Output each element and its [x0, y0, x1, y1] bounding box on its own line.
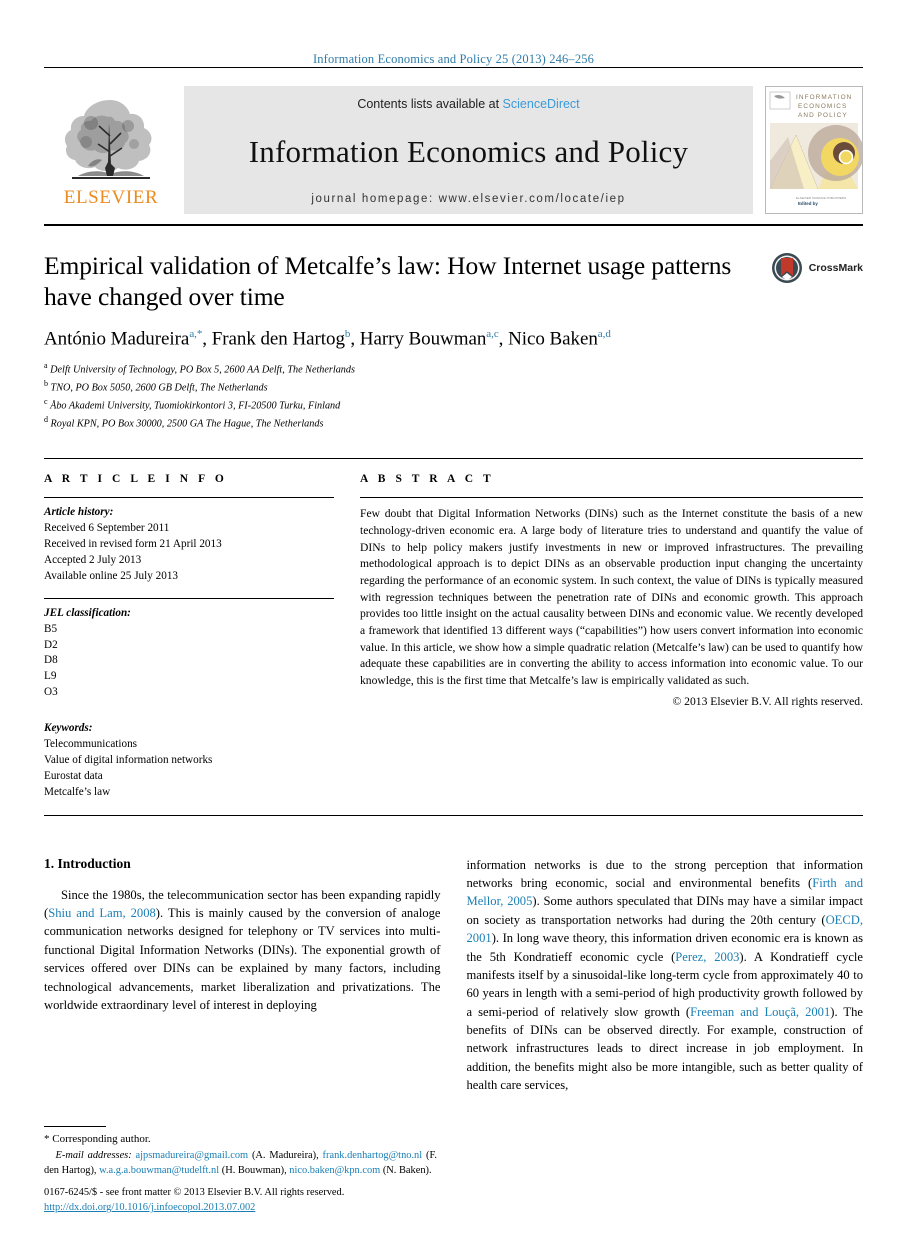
keyword-0: Telecommunications [44, 738, 138, 751]
email-link-madureira[interactable]: ajpsmadureira@gmail.com [136, 1150, 249, 1161]
running-head: Information Economics and Policy 25 (201… [312, 52, 595, 66]
elsevier-logo: ELSEVIER [44, 86, 178, 214]
email-addresses-note: E-mail addresses: ajpsmadureira@gmail.co… [44, 1149, 438, 1176]
citation-perez-2003[interactable]: Perez, 2003 [675, 950, 739, 964]
jel-code-2: D8 [44, 654, 58, 667]
keyword-2: Eurostat data [44, 769, 103, 782]
citation-freeman-louca-2001[interactable]: Freeman and Louçã, 2001 [690, 1005, 830, 1019]
intro-left-text-2: ). This is mainly caused by the conversi… [44, 906, 441, 1012]
affiliation-b: b TNO, PO Box 5050, 2600 GB Delft, The N… [44, 378, 268, 394]
keywords-label: Keywords: [44, 722, 93, 735]
article-history-label: Article history: [44, 506, 114, 519]
section-heading-introduction: 1. Introduction [44, 855, 131, 871]
contents-list-line: Contents lists available at ScienceDirec… [357, 97, 579, 111]
article-info-column: A R T I C L E I N F O Article history: R… [44, 473, 334, 801]
email-owner-madureira: (A. Madureira) [251, 1149, 317, 1161]
abstract-copyright: © 2013 Elsevier B.V. All rights reserved… [672, 694, 863, 708]
journal-cover-thumbnail: INFORMATION ECONOMICS AND POLICY ELSEVIE… [765, 86, 863, 214]
affiliation-a-text: Delft University of Technology, PO Box 5… [50, 363, 355, 375]
masthead-bottom-rule [44, 224, 863, 226]
elsevier-wordmark: ELSEVIER [63, 187, 159, 208]
abstract-heading: A B S T R A C T [360, 473, 495, 486]
abstract-text: Few doubt that Digital Information Netwo… [360, 507, 863, 688]
infoabstract-bottom-rule [44, 814, 863, 816]
article-title-block: CrossMark Empirical validation of Metcal… [44, 250, 863, 432]
svg-text:AND POLICY: AND POLICY [798, 112, 848, 119]
jel-code-1: D2 [44, 638, 58, 651]
article-info-heading: A R T I C L E I N F O [44, 473, 228, 486]
crossmark-label: CrossMark [808, 262, 863, 274]
crossmark-icon [771, 253, 802, 283]
crossmark-badge[interactable]: CrossMark [771, 252, 863, 284]
jel-classification: JEL classification: B5 D2 D8 L9 O3 [44, 599, 334, 701]
history-item-received: Received 6 September 2011 [44, 522, 170, 535]
journal-article-page: Information Economics and Policy 25 (201… [0, 0, 907, 1238]
body-column-right: information networks is due to the stron… [467, 856, 864, 1166]
journal-title: Information Economics and Policy [248, 134, 689, 169]
imprint-block: 0167-6245/$ - see front matter © 2013 El… [44, 1186, 444, 1216]
issn-line: 0167-6245/$ - see front matter © 2013 El… [44, 1187, 345, 1199]
affiliation-a: a Delft University of Technology, PO Box… [44, 360, 355, 375]
sciencedirect-link[interactable]: ScienceDirect [503, 97, 580, 111]
svg-text:ELSEVIER SCIENCE PUBLISHERS: ELSEVIER SCIENCE PUBLISHERS [796, 196, 846, 200]
email-link-baken[interactable]: nico.baken@kpn.com [289, 1165, 380, 1176]
affiliation-c-text: Åbo Akademi University, Tuomiokirkontori… [50, 400, 341, 412]
email-owner-baken: (N. Baken) [382, 1164, 430, 1176]
footnote-area: * Corresponding author. E-mail addresses… [44, 1125, 438, 1178]
affiliation-b-text: TNO, PO Box 5050, 2600 GB Delft, The Net… [50, 382, 268, 394]
keyword-1: Value of digital information networks [44, 754, 213, 767]
page-title: Empirical validation of Metcalfe’s law: … [44, 251, 732, 312]
keyword-3: Metcalfe’s law [44, 785, 111, 798]
author-list: António Madureiraa,*, Frank den Hartogb,… [44, 328, 611, 350]
jel-code-0: B5 [44, 622, 58, 635]
journal-masthead: ELSEVIER Contents lists available at Sci… [44, 86, 863, 214]
body-columns: 1. Introduction Since the 1980s, the tel… [44, 856, 863, 1166]
affiliation-list: a Delft University of Technology, PO Box… [44, 360, 863, 433]
journal-cover-image: INFORMATION ECONOMICS AND POLICY ELSEVIE… [766, 87, 862, 213]
intro-paragraph-left: Since the 1980s, the telecommunication s… [44, 886, 441, 1015]
email-addresses-label: E-mail addresses: [55, 1149, 132, 1161]
intro-right-text-0: information networks is due to the stron… [466, 857, 864, 891]
elsevier-tree-icon [64, 100, 152, 179]
history-item-online: Available online 25 July 2013 [44, 569, 179, 582]
journal-band: Contents lists available at ScienceDirec… [184, 86, 753, 214]
affiliation-d-text: Royal KPN, PO Box 30000, 2500 GA The Hag… [50, 418, 324, 430]
footnote-rule [44, 1125, 106, 1127]
contents-prefix: Contents lists available at [357, 97, 500, 111]
abstract-column: A B S T R A C T Few doubt that Digital I… [360, 473, 863, 801]
svg-text:ECONOMICS: ECONOMICS [798, 103, 847, 110]
body-column-left: 1. Introduction Since the 1980s, the tel… [44, 856, 441, 1166]
svg-text:Edited by: Edited by [798, 201, 818, 206]
email-link-denhartog[interactable]: frank.denhartog@tno.nl [323, 1150, 423, 1161]
affiliation-d: d Royal KPN, PO Box 30000, 2500 GA The H… [44, 415, 324, 430]
doi-link[interactable]: http://dx.doi.org/10.1016/j.infoecopol.2… [44, 1202, 255, 1213]
email-link-bouwman[interactable]: w.a.g.a.bouwman@tudelft.nl [99, 1165, 219, 1176]
keywords-group: Keywords: Telecommunications Value of di… [44, 714, 334, 801]
jel-code-4: O3 [44, 686, 58, 699]
info-abstract-row: A R T I C L E I N F O Article history: R… [44, 459, 863, 801]
intro-paragraph-right: information networks is due to the stron… [467, 856, 864, 1095]
jel-label: JEL classification: [44, 606, 131, 619]
journal-homepage-link[interactable]: journal homepage: www.elsevier.com/locat… [311, 193, 625, 205]
svg-text:INFORMATION: INFORMATION [796, 94, 852, 101]
email-owner-bouwman: (H. Bouwman) [221, 1164, 285, 1176]
affiliation-c: c Åbo Akademi University, Tuomiokirkonto… [44, 396, 341, 412]
corresponding-author-note: * Corresponding author. [44, 1132, 437, 1148]
article-history: Article history: Received 6 September 20… [44, 498, 334, 585]
corresponding-author-text: * Corresponding author. [44, 1132, 151, 1145]
masthead-top-rule [44, 67, 863, 68]
history-item-revised: Received in revised form 21 April 2013 [44, 538, 222, 551]
jel-code-3: L9 [44, 670, 57, 683]
history-item-accepted: Accepted 2 July 2013 [44, 553, 142, 566]
citation-shiu-lam-2008[interactable]: Shiu and Lam, 2008 [48, 906, 156, 920]
